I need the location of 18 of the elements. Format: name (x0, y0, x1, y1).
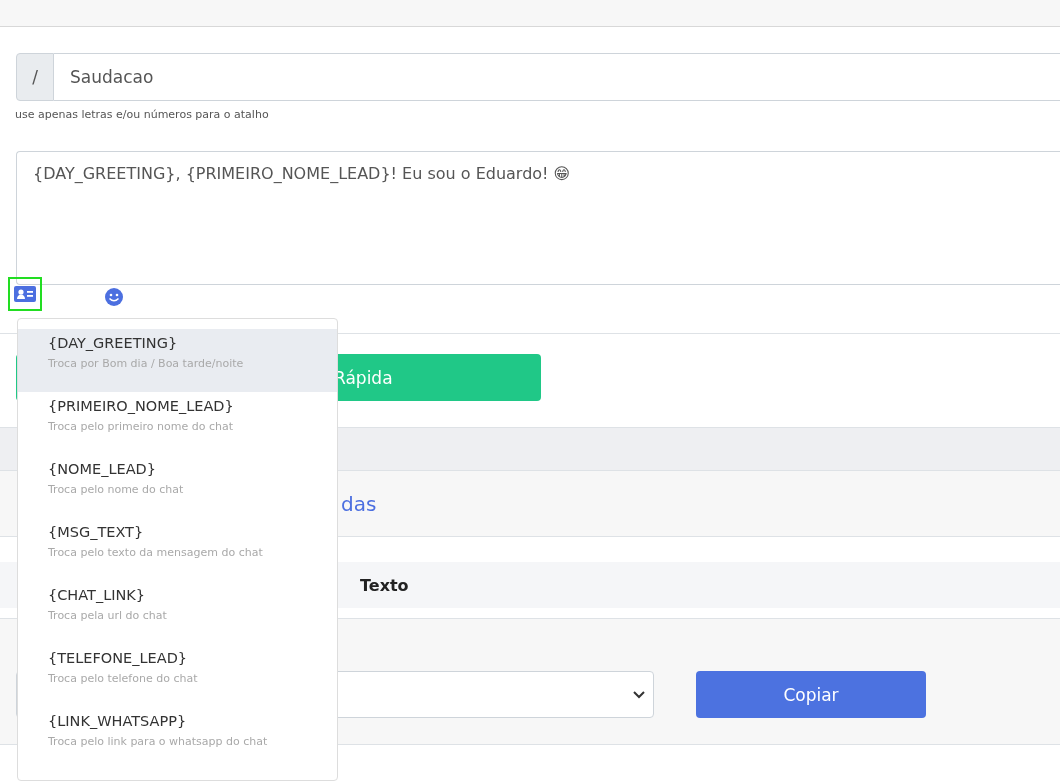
variable-token: {MSG_TEXT} (48, 524, 144, 540)
variable-token: {PRIMEIRO_NOME_LEAD} (48, 398, 234, 414)
input-prefix: / (16, 53, 54, 101)
variable-token: {TELEFONE_LEAD} (48, 650, 188, 666)
variable-description: Troca pelo nome do chat (48, 483, 184, 496)
variable-token: {LINK_WHATSAPP} (48, 713, 187, 729)
hint-text: use apenas letras e/ou números para o atalho (15, 108, 269, 121)
variable-description: Troca pelo link para o whatsapp do chat (48, 735, 268, 748)
column-header: Texto (360, 575, 409, 595)
variable-token: {DAY_GREETING} (48, 335, 178, 351)
variable-description: Troca por Bom dia / Boa tarde/noite (48, 357, 244, 370)
variable-description: Troca pelo texto da mensagem do chat (48, 546, 263, 559)
variable-description: Troca pelo primeiro nome do chat (48, 420, 233, 433)
variable-token: {NOME_LEAD} (48, 461, 156, 477)
variable-description: Troca pelo telefone do chat (48, 672, 198, 685)
variable-token: {CHAT_LINK} (48, 587, 146, 603)
section-title: das (341, 491, 377, 516)
variable-description: Troca pela url do chat (48, 609, 167, 622)
